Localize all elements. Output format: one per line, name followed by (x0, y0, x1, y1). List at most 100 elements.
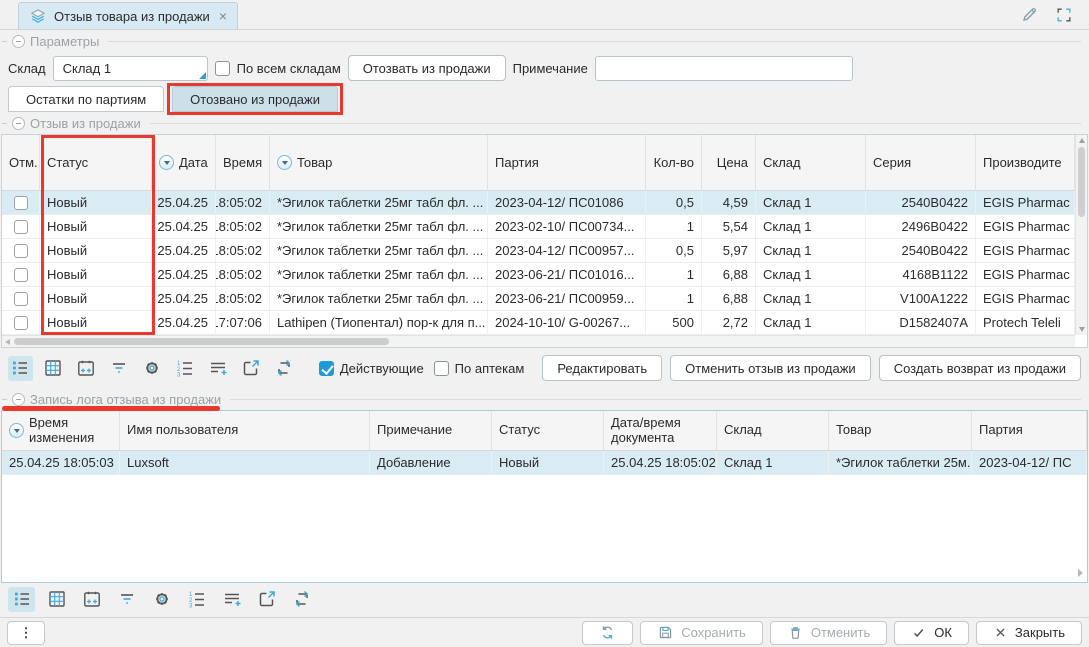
column-header-warehouse[interactable]: Склад (756, 135, 866, 190)
cell-batch: 2023-06-21/ ПС01016... (488, 263, 646, 286)
warehouse-combobox[interactable]: Склад 1 (53, 56, 208, 81)
tab-close-icon[interactable]: × (219, 8, 227, 24)
cell-manufacturer: EGIS Pharmac (976, 215, 1075, 238)
sort-filter-icon[interactable] (9, 423, 24, 438)
column-header-warehouse[interactable]: Склад (717, 411, 829, 450)
column-header-qty[interactable]: Кол-во (646, 135, 702, 190)
cancel-recall-button[interactable]: Отменить отзыв из продажи (670, 355, 871, 381)
recall-table-row[interactable]: Новый 25.04.25 18:05:02 *Эгилок таблетки… (2, 263, 1075, 287)
column-header-mark[interactable]: Отм. (2, 135, 40, 190)
scroll-right-icon[interactable] (1078, 569, 1083, 577)
recall-table-row[interactable]: Новый 25.04.25 18:05:02 *Эгилок таблетки… (2, 287, 1075, 311)
close-x-icon (993, 625, 1008, 640)
svg-text:3: 3 (189, 604, 193, 609)
column-header-product[interactable]: Товар (829, 411, 972, 450)
create-return-button[interactable]: Создать возврат из продажи (879, 355, 1081, 381)
reload-icon[interactable] (288, 587, 315, 612)
check-icon (911, 625, 927, 641)
column-header-changed-at[interactable]: Время изменения (2, 411, 120, 450)
recall-table-row[interactable]: Новый 25.04.25 18:05:02 *Эгилок таблетки… (2, 215, 1075, 239)
cell-date: 25.04.25 (152, 191, 216, 214)
recall-table-row[interactable]: Новый 25.04.25 18:05:02 *Эгилок таблетки… (2, 191, 1075, 215)
collapse-icon[interactable] (12, 393, 25, 406)
column-header-batch[interactable]: Партия (972, 411, 1087, 450)
column-header-batch[interactable]: Партия (488, 135, 646, 190)
list-view-icon[interactable] (8, 356, 33, 381)
active-filter-label: Действующие (340, 361, 424, 376)
refresh-icon (599, 624, 616, 641)
recall-table-row[interactable]: Новый 25.04.25 17:07:06 Lathipen (Тиопен… (2, 311, 1075, 335)
column-header-product[interactable]: Товар (270, 135, 488, 190)
add-row-icon[interactable] (218, 587, 245, 612)
tab-recalled-from-sale[interactable]: Отозвано из продажи (172, 86, 338, 112)
cell-date: 25.04.25 (152, 311, 216, 334)
close-button[interactable]: Закрыть (976, 621, 1082, 645)
column-header-manufacturer[interactable]: Производите (976, 135, 1075, 190)
column-header-user[interactable]: Имя пользователя (120, 411, 370, 450)
note-input[interactable] (595, 56, 853, 81)
scroll-left-icon[interactable] (5, 339, 10, 345)
column-header-series[interactable]: Серия (866, 135, 976, 190)
ok-button[interactable]: ОК (894, 621, 969, 645)
all-warehouses-checkbox[interactable] (215, 61, 230, 76)
cancel-button[interactable]: Отменить (770, 621, 887, 645)
menu-button[interactable]: ⋮ (7, 621, 45, 645)
edit-pencil-icon[interactable] (1020, 5, 1039, 24)
vertical-scrollbar[interactable] (1075, 135, 1087, 335)
grid-view-icon[interactable] (43, 587, 70, 612)
scrollbar-thumb[interactable] (14, 338, 389, 345)
scroll-down-icon[interactable] (1079, 327, 1085, 332)
collapse-icon[interactable] (12, 117, 25, 130)
column-header-time[interactable]: Время (216, 135, 270, 190)
log-table-row[interactable]: 25.04.25 18:05:03 Luxsoft Добавление Нов… (2, 451, 1087, 475)
list-view-icon[interactable] (8, 587, 35, 612)
settings-gear-icon[interactable] (140, 356, 165, 381)
row-checkbox[interactable] (14, 316, 28, 330)
cell-status: Новый (40, 287, 152, 310)
horizontal-scrollbar[interactable] (2, 335, 1075, 347)
active-filter-checkbox[interactable] (319, 361, 334, 376)
external-link-icon[interactable] (253, 587, 280, 612)
fullscreen-icon[interactable] (1055, 6, 1073, 24)
external-link-icon[interactable] (239, 356, 264, 381)
recall-table-row[interactable]: Новый 25.04.25 18:05:02 *Эгилок таблетки… (2, 239, 1075, 263)
sort-filter-icon[interactable] (277, 155, 292, 170)
calendar-icon[interactable] (78, 587, 105, 612)
column-header-status[interactable]: Статус (492, 411, 604, 450)
row-checkbox[interactable] (14, 244, 28, 258)
by-pharmacy-checkbox[interactable] (434, 361, 449, 376)
reload-icon[interactable] (272, 356, 297, 381)
filter-icon[interactable] (113, 587, 140, 612)
cell-series: D1582407A (866, 311, 976, 334)
refresh-button[interactable] (582, 621, 633, 645)
calendar-icon[interactable] (74, 356, 99, 381)
row-checkbox[interactable] (14, 292, 28, 306)
column-header-note[interactable]: Примечание (370, 411, 492, 450)
column-header-price[interactable]: Цена (702, 135, 756, 190)
row-checkbox[interactable] (14, 220, 28, 234)
cell-date: 25.04.25 (152, 263, 216, 286)
scroll-up-icon[interactable] (1079, 138, 1085, 143)
row-checkbox[interactable] (14, 268, 28, 282)
column-header-status[interactable]: Статус (40, 135, 152, 190)
document-tab[interactable]: Отзыв товара из продажи × (18, 2, 238, 29)
column-header-doc-datetime[interactable]: Дата/время документа (604, 411, 717, 450)
cell-mark (2, 311, 40, 334)
save-button[interactable]: Сохранить (640, 621, 763, 645)
filter-icon[interactable] (107, 356, 132, 381)
add-row-icon[interactable] (206, 356, 231, 381)
numbered-list-icon[interactable]: 123 (173, 356, 198, 381)
row-checkbox[interactable] (14, 196, 28, 210)
scrollbar-thumb[interactable] (1078, 147, 1085, 217)
tab-batch-remains[interactable]: Остатки по партиям (8, 86, 164, 112)
sort-filter-icon[interactable] (159, 155, 174, 170)
recall-from-sale-button[interactable]: Отозвать из продажи (348, 55, 506, 81)
column-header-date[interactable]: Дата (152, 135, 216, 190)
cell-warehouse: Склад 1 (756, 215, 866, 238)
settings-gear-icon[interactable] (148, 587, 175, 612)
numbered-list-icon[interactable]: 123 (183, 587, 210, 612)
grid-view-icon[interactable] (41, 356, 66, 381)
window-actions (1020, 0, 1089, 29)
edit-button[interactable]: Редактировать (542, 355, 662, 381)
collapse-icon[interactable] (12, 35, 25, 48)
